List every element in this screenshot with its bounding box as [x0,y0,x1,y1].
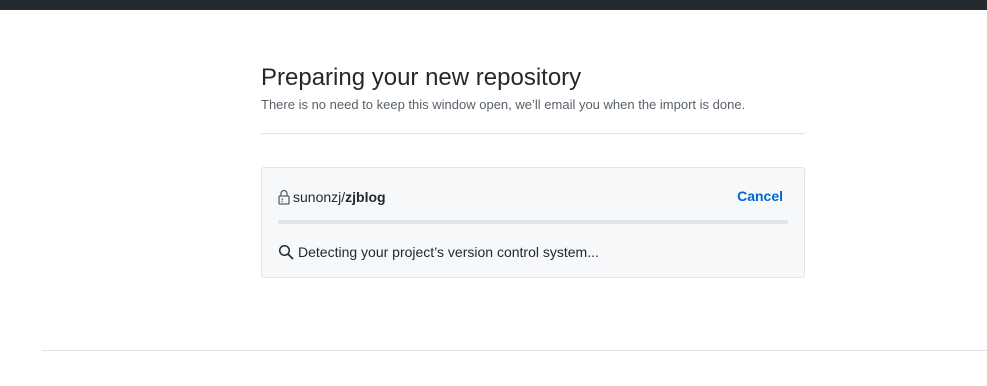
lock-icon [278,189,290,205]
import-container: Preparing your new repository There is n… [261,62,805,278]
page-title: Preparing your new repository [261,64,582,91]
footer-divider [42,350,987,351]
top-navigation-bar [0,0,987,10]
status-text: Detecting your project’s version control… [298,244,599,260]
repo-owner: sunonzj [293,189,342,205]
page-subtitle: There is no need to keep this window ope… [261,97,746,112]
import-status-box: sunonzj / zjblog Cancel Detecting your p… [261,167,805,278]
repository-name: sunonzj / zjblog [278,187,386,207]
header-divider [261,133,805,134]
import-progress-bar [278,220,788,224]
search-icon [278,244,294,260]
import-status: Detecting your project’s version control… [278,242,599,262]
repo-name: zjblog [345,189,386,205]
cancel-button[interactable]: Cancel [737,188,783,204]
